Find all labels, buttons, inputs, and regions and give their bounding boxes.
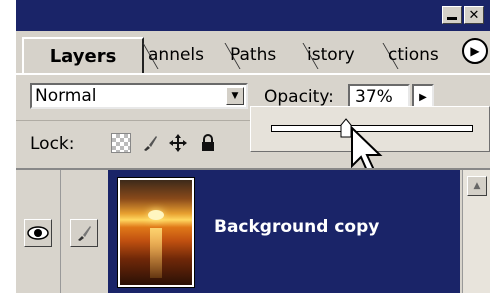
sun-image xyxy=(148,210,164,220)
chevron-down-icon: ▼ xyxy=(231,91,239,101)
close-icon: ✕ xyxy=(468,7,480,23)
tab-label: Layers xyxy=(49,45,117,67)
minimize-icon xyxy=(447,16,457,20)
chevron-right-icon: ▶ xyxy=(419,91,427,103)
eye-icon xyxy=(27,225,49,240)
visibility-column xyxy=(16,170,61,293)
move-lock-icon[interactable] xyxy=(168,133,188,153)
right-arrow-circle-icon: ▶ xyxy=(470,44,480,58)
layer-visibility-toggle[interactable] xyxy=(24,218,52,247)
scroll-up-button[interactable]: ▲ xyxy=(467,176,487,196)
tab-label: istory xyxy=(307,45,355,65)
palette-menu-button[interactable]: ▶ xyxy=(462,38,488,64)
padlock-icon[interactable] xyxy=(198,133,218,153)
tab-history[interactable]: istory xyxy=(307,41,355,69)
edit-column xyxy=(62,170,106,293)
lock-label: Lock: xyxy=(30,134,75,154)
tab-paths[interactable]: Paths xyxy=(230,41,276,69)
minimize-button[interactable] xyxy=(442,6,462,24)
layer-name[interactable]: Background copy xyxy=(214,217,379,237)
chevron-up-icon: ▲ xyxy=(473,181,481,191)
layer-row-background-copy[interactable]: Background copy xyxy=(108,170,460,293)
tab-label: ctions xyxy=(388,45,439,65)
blend-mode-value: Normal xyxy=(35,86,97,106)
layer-thumbnail xyxy=(117,177,195,288)
tab-layers[interactable]: Layers xyxy=(22,37,144,73)
transparency-lock-icon[interactable] xyxy=(111,133,131,153)
tab-label: annels xyxy=(148,45,205,65)
blend-mode-select[interactable]: Normal ▼ xyxy=(30,83,248,109)
paintbrush-icon xyxy=(78,225,91,241)
tab-channels[interactable]: annels xyxy=(148,41,204,69)
layers-palette: ✕ Layers annels Paths istory ctions ▶ No… xyxy=(16,0,490,293)
layers-scrollbar[interactable]: ▲ xyxy=(462,170,490,293)
palette-tab-bar: Layers annels Paths istory ctions xyxy=(16,31,490,75)
sun-reflection-image xyxy=(150,228,162,278)
palette-title-bar[interactable]: ✕ xyxy=(16,0,490,31)
blend-mode-dropdown-button[interactable]: ▼ xyxy=(226,87,244,105)
brush-lock-icon[interactable] xyxy=(140,133,160,153)
close-button[interactable]: ✕ xyxy=(464,6,484,24)
layers-list: Background copy ▲ xyxy=(16,168,490,293)
tab-label: Paths xyxy=(230,45,277,65)
tab-actions[interactable]: ctions xyxy=(388,41,439,69)
layer-edit-toggle[interactable] xyxy=(70,218,98,247)
opacity-label: Opacity: xyxy=(264,87,334,107)
